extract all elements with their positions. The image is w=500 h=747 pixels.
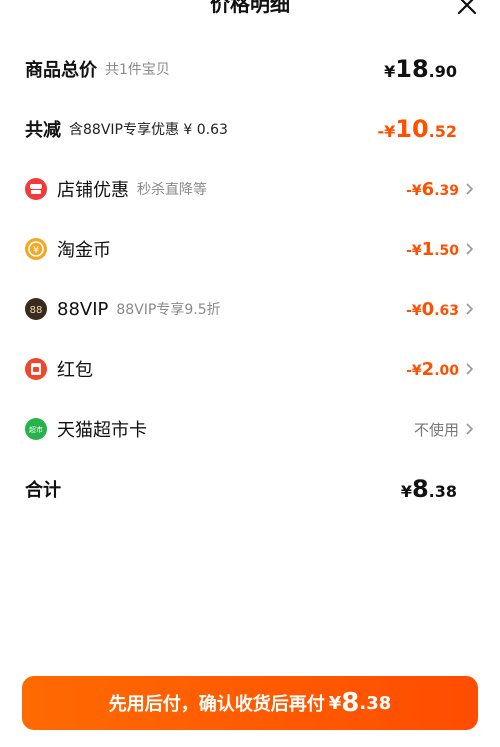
pay-later-button[interactable]: 先用后付，确认收货后再付 ¥ 8 .38 [22, 676, 478, 730]
supermarket-card-label: 天猫超市卡 [57, 420, 147, 441]
discount-sub: 秒杀直降等 [137, 182, 207, 198]
svg-text:¥: ¥ [33, 245, 39, 256]
pay-button-text: 先用后付，确认收货后再付 [108, 694, 325, 715]
supermarket-card-row[interactable]: 超市 天猫超市卡 不使用 [0, 409, 500, 449]
close-icon[interactable] [456, 0, 478, 16]
discount-label: 淘金币 [57, 240, 111, 261]
discount-row-red-packet[interactable]: 红包 - ¥2.00 [0, 349, 500, 389]
header: 价格明细 [0, 0, 500, 30]
reduction-row: 共减 含88VIP专享优惠 ¥ 0.63 - ¥10.52 [0, 109, 500, 149]
chevron-right-icon [466, 423, 474, 435]
sum-label: 合计 [25, 480, 61, 501]
chevron-right-icon [466, 363, 474, 375]
chevron-right-icon [466, 243, 474, 255]
discount-amount: - ¥2.00 [406, 358, 459, 380]
svg-text:88: 88 [30, 305, 43, 316]
discount-amount: - ¥6.39 [406, 178, 459, 200]
chevron-right-icon [466, 303, 474, 315]
discount-label: 88VIP [57, 298, 109, 320]
taojinbi-icon: ¥ [25, 238, 47, 260]
vip88-icon: 88 [25, 298, 47, 320]
reduction-label: 共减 [25, 120, 61, 141]
discount-amount: - ¥1.50 [406, 238, 459, 260]
supermarket-card-value: 不使用 [413, 420, 459, 439]
discount-row-88vip[interactable]: 88 88VIP 88VIP专享9.5折 - ¥0.63 [0, 289, 500, 329]
discount-sub: 88VIP专享9.5折 [116, 302, 221, 318]
chevron-right-icon [466, 183, 474, 195]
red-packet-icon [25, 358, 47, 380]
sum-row: 合计 ¥8.38 [0, 469, 500, 509]
total-goods-label: 商品总价 [25, 60, 97, 81]
pay-button-currency: ¥ [328, 692, 342, 714]
tmall-supermarket-icon: 超市 [25, 418, 47, 440]
total-goods-amount: ¥18.90 [384, 55, 457, 83]
discount-label: 店铺优惠 [57, 180, 129, 201]
svg-text:超市: 超市 [29, 425, 43, 434]
pay-button-dec: .38 [359, 692, 392, 714]
total-goods-count: 共1件宝贝 [105, 62, 170, 78]
discount-row-shop[interactable]: 店铺优惠 秒杀直降等 - ¥6.39 [0, 169, 500, 209]
reduction-detail: 含88VIP专享优惠 ¥ 0.63 [69, 122, 228, 138]
pay-button-int: 8 [341, 688, 360, 718]
discount-row-taojinbi[interactable]: ¥ 淘金币 - ¥1.50 [0, 229, 500, 269]
sum-amount: ¥8.38 [400, 475, 457, 503]
reduction-amount: - ¥10.52 [377, 115, 457, 143]
total-goods-row: 商品总价 共1件宝贝 ¥18.90 [0, 49, 500, 89]
discount-label: 红包 [57, 360, 93, 381]
shop-icon [25, 178, 47, 200]
page-title: 价格明细 [210, 0, 290, 16]
discount-amount: - ¥0.63 [406, 298, 459, 320]
